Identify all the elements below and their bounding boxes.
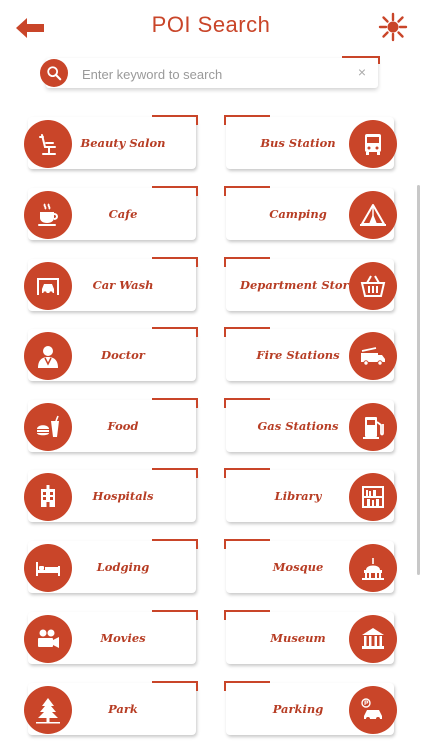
car-wash-icon[interactable]	[24, 262, 72, 310]
search-bar-corner	[342, 56, 380, 64]
poi-label: Mosque	[272, 559, 324, 574]
scrollbar[interactable]	[417, 185, 420, 575]
coffee-cup-icon[interactable]	[24, 191, 72, 239]
clear-icon[interactable]: ×	[358, 64, 366, 80]
poi-label: Camping	[269, 206, 327, 221]
poi-label: Bus Station	[260, 135, 336, 150]
poi-label: Gas Stations	[257, 418, 339, 433]
poi-label: Parking	[272, 701, 324, 716]
search-bar: ×	[40, 56, 380, 88]
bed-icon[interactable]	[24, 544, 72, 592]
header: POI Search	[0, 0, 422, 56]
poi-label: Movies	[100, 630, 146, 645]
bus-icon[interactable]	[349, 120, 397, 168]
poi-label: Beauty Salon	[80, 135, 166, 150]
bookshelf-icon[interactable]	[349, 473, 397, 521]
poi-label: Fire Stations	[256, 347, 340, 362]
tent-icon[interactable]	[349, 191, 397, 239]
museum-icon[interactable]	[349, 615, 397, 663]
poi-label: Doctor	[101, 347, 145, 362]
sun-icon[interactable]	[378, 12, 408, 42]
poi-label: Cafe	[108, 206, 138, 221]
page-title: POI Search	[151, 12, 271, 37]
search-input[interactable]	[80, 62, 344, 86]
shopping-basket-icon[interactable]	[349, 262, 397, 310]
doctor-icon[interactable]	[24, 332, 72, 380]
poi-label: Hospitals	[92, 488, 154, 503]
poi-label: Lodging	[96, 559, 150, 574]
poi-label: Library	[274, 488, 322, 503]
tree-icon[interactable]	[24, 686, 72, 734]
poi-label: Food	[107, 418, 139, 433]
search-icon[interactable]	[40, 59, 68, 87]
poi-label: Department Store	[240, 277, 356, 292]
burger-drink-icon[interactable]	[24, 403, 72, 451]
poi-label: Park	[108, 701, 138, 716]
poi-label: Car Wash	[92, 277, 154, 292]
hospital-building-icon[interactable]	[24, 473, 72, 521]
parking-car-icon[interactable]	[349, 686, 397, 734]
chair-icon[interactable]	[24, 120, 72, 168]
poi-label: Museum	[270, 630, 326, 645]
poi-grid: Beauty Salon Bus Station Cafe Camping Ca…	[0, 100, 422, 750]
gas-pump-icon[interactable]	[349, 403, 397, 451]
fire-truck-icon[interactable]	[349, 332, 397, 380]
mosque-dome-icon[interactable]	[349, 544, 397, 592]
film-camera-icon[interactable]	[24, 615, 72, 663]
